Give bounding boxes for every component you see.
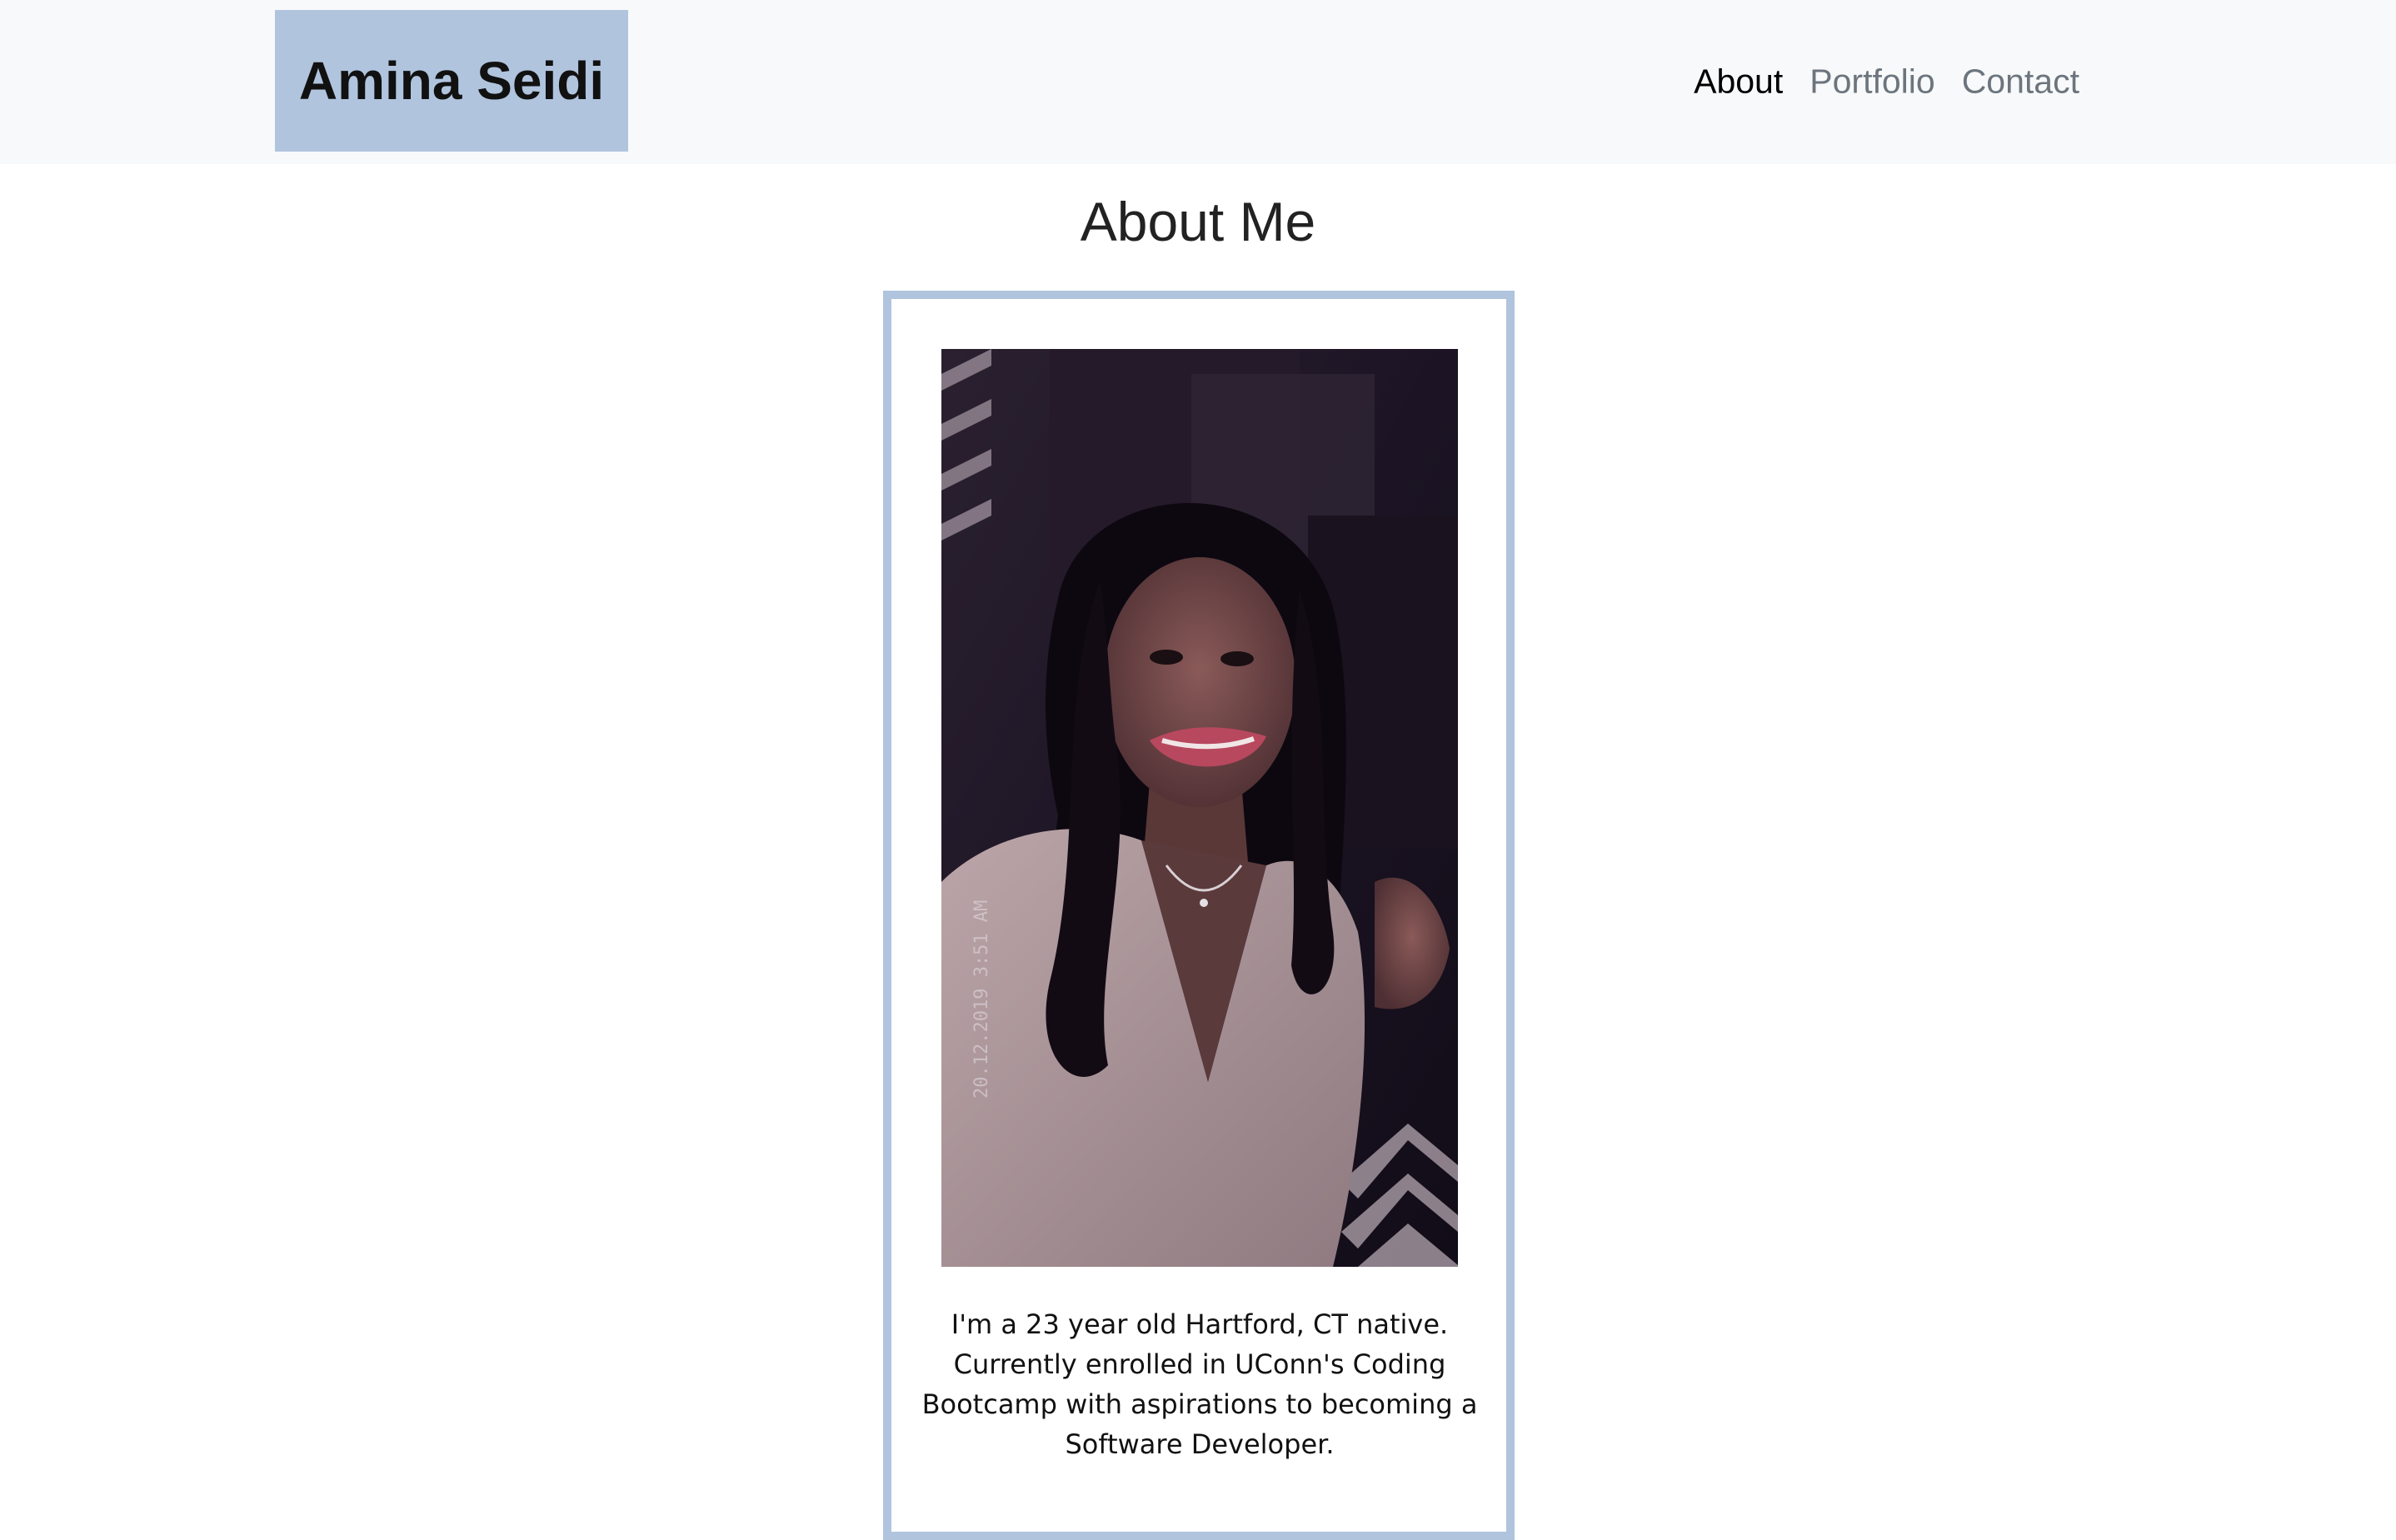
brand-logo[interactable]: Amina Seidi xyxy=(275,10,628,152)
nav-links: About Portfolio Contact xyxy=(1694,62,2079,102)
navbar: Amina Seidi About Portfolio Contact xyxy=(0,0,2396,164)
profile-card: 20.12.2019 3:51 AM I'm a 23 year old Har… xyxy=(883,291,1515,1540)
photo-timestamp: 20.12.2019 3:51 AM xyxy=(971,900,992,1099)
profile-photo: 20.12.2019 3:51 AM xyxy=(941,349,1458,1267)
nav-portfolio-link[interactable]: Portfolio xyxy=(1809,62,1934,102)
nav-about-link[interactable]: About xyxy=(1694,62,1783,102)
page-title: About Me xyxy=(1080,191,1316,252)
bio-text: I'm a 23 year old Hartford, CT native. C… xyxy=(921,1308,1478,1460)
nav-contact-link[interactable]: Contact xyxy=(1962,62,2079,102)
